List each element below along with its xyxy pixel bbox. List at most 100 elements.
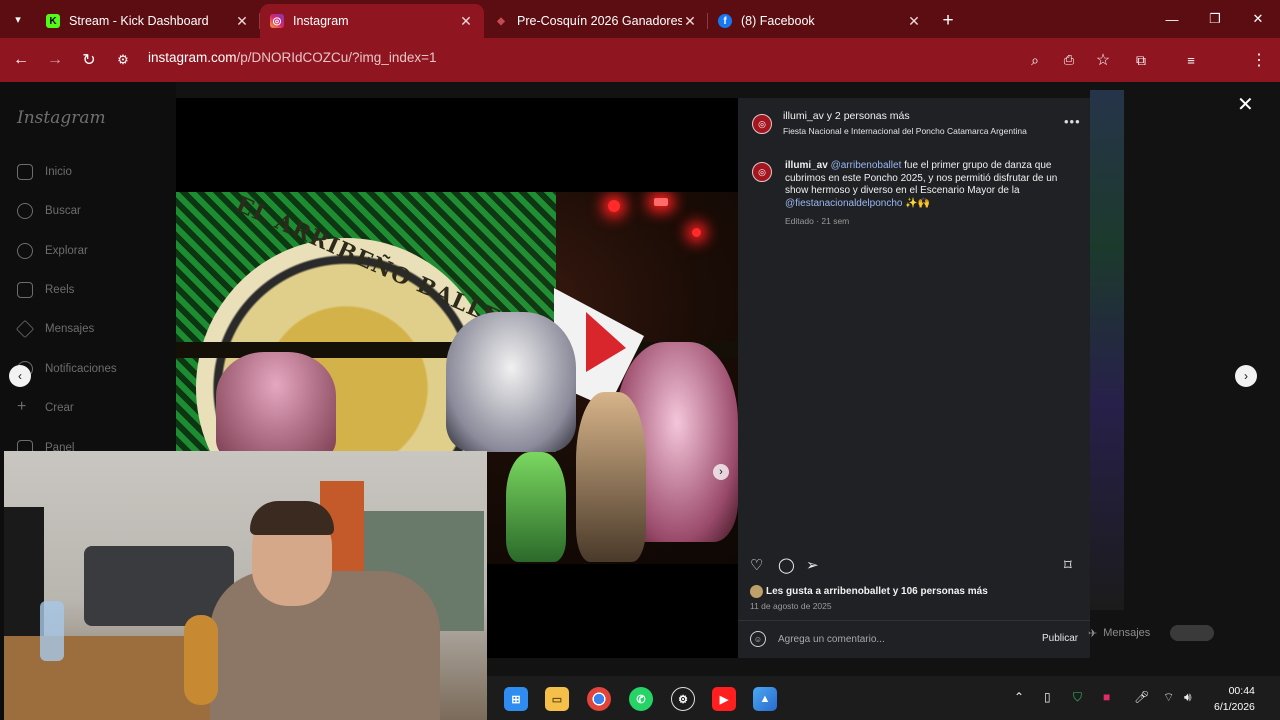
app-icon[interactable]: ⚙ [671, 687, 695, 711]
youtube-icon[interactable]: ▶ [712, 687, 736, 711]
nav-search[interactable]: Buscar [17, 203, 81, 219]
messenger-icon: ✈ [1088, 627, 1098, 640]
photos-icon[interactable]: ▲ [753, 687, 777, 711]
likes-summary[interactable]: Les gusta a arribenoballet y 106 persona… [766, 586, 988, 597]
caption-mention[interactable]: @arribenoballet [831, 160, 902, 171]
whatsapp-icon[interactable]: ✆ [629, 687, 653, 711]
show-hidden-icons[interactable]: ⌃ [1014, 690, 1024, 704]
close-tab-icon[interactable]: ✕ [458, 13, 474, 30]
forward-button[interactable]: → [38, 43, 72, 77]
post-location[interactable]: Fiesta Nacional e Internacional del Ponc… [783, 126, 1027, 136]
microphone [184, 615, 218, 705]
dancer [576, 392, 646, 562]
search-icon [17, 203, 33, 219]
more-options-icon[interactable]: ••• [1064, 114, 1081, 129]
usb-icon[interactable]: ▯ [1044, 690, 1051, 704]
messages-bubble[interactable]: ✈ Mensajes [1088, 622, 1234, 644]
browser-toolbar: ← → ↻ ⚙ instagram.com/p/DNORIdCOZCu/?img… [0, 38, 1280, 82]
security-shield-icon[interactable]: ⛉ [1073, 690, 1082, 705]
author-avatar[interactable]: ◎ [752, 114, 772, 134]
file-explorer-icon[interactable]: ▭ [545, 687, 569, 711]
caption-avatar[interactable]: ◎ [752, 162, 772, 182]
reels-icon [17, 282, 33, 298]
volume-icon[interactable]: 🔊︎ [1184, 690, 1192, 705]
tab-search-button[interactable]: ▾ [0, 0, 36, 38]
kick-icon: K [46, 14, 60, 28]
new-tab-button[interactable]: + [932, 4, 964, 38]
extensions-icon[interactable]: ⧉ [1124, 43, 1158, 77]
compass-icon [17, 243, 33, 259]
tab-instagram[interactable]: ◎ Instagram ✕ [260, 4, 484, 38]
post-date: 11 de agosto de 2025 [750, 601, 832, 611]
liker-avatar[interactable] [750, 585, 763, 598]
close-tab-icon[interactable]: ✕ [234, 13, 250, 30]
instagram-icon: ◎ [270, 14, 284, 28]
nav-messages[interactable]: Mensajes [15, 319, 94, 339]
reload-button[interactable]: ↻ [72, 43, 106, 77]
tab-precosquin[interactable]: ◆ Pre-Cosquín 2026 Ganadores d ✕ [484, 4, 708, 38]
share-icon[interactable]: ➢ [806, 556, 819, 574]
tab-label: Stream - Kick Dashboard [69, 14, 209, 28]
dancer [446, 312, 576, 452]
site-info-icon[interactable]: ⚙ [106, 43, 140, 77]
previous-post-button[interactable]: ‹ [9, 365, 31, 387]
tab-strip: ▾ K Stream - Kick Dashboard ✕ ◎ Instagra… [0, 0, 1280, 38]
address-bar[interactable]: instagram.com/p/DNORIdCOZCu/?img_index=1 [148, 50, 437, 65]
zoom-icon[interactable]: ⌕ [1018, 43, 1052, 77]
plus-icon: + [17, 398, 27, 415]
save-bookmark-icon[interactable]: ⌑ [1064, 556, 1072, 574]
comment-input[interactable] [778, 631, 1038, 647]
install-app-icon[interactable]: ⎙ [1052, 43, 1086, 77]
url-host: instagram.com [148, 50, 237, 65]
bookmark-star-icon[interactable]: ☆ [1086, 43, 1120, 77]
comment-icon[interactable]: ◯ [778, 556, 795, 574]
next-post-button[interactable]: › [1235, 365, 1257, 387]
tab-label: Instagram [293, 14, 349, 28]
clock-time: 00:44 [1228, 685, 1255, 697]
nav-create[interactable]: + Crear [17, 398, 74, 416]
caption-emoji: ✨🙌 [905, 197, 931, 209]
close-tab-icon[interactable]: ✕ [906, 13, 922, 30]
like-icon[interactable]: ♡ [750, 556, 763, 574]
dancer [216, 352, 336, 462]
chrome-icon[interactable] [587, 687, 611, 711]
nav-explore[interactable]: Explorar [17, 243, 88, 259]
close-tab-icon[interactable]: ✕ [682, 13, 698, 30]
media-controls-icon[interactable]: ≡ [1174, 43, 1208, 77]
emoji-icon[interactable]: ☺ [750, 631, 766, 647]
messenger-icon [15, 319, 35, 339]
wifi-icon[interactable]: ⌔ [1163, 690, 1174, 705]
post-caption: illumi_av @arribenoballet fue el primer … [785, 160, 1065, 210]
facebook-icon: f [718, 14, 732, 28]
caption-hashtag-mention[interactable]: @fiestanacionaldelponcho [785, 198, 902, 209]
system-clock[interactable]: 00:44 6/1/2026 [1214, 683, 1255, 715]
edited-timestamp: Editado · 21 sem [785, 216, 850, 226]
start-windows-icon[interactable]: ⊞ [504, 687, 528, 711]
post-authors[interactable]: illumi_av y 2 personas más [783, 110, 910, 122]
minimize-button[interactable]: — [1150, 0, 1194, 38]
menu-icon[interactable]: ⋮ [1242, 43, 1276, 77]
caption-username[interactable]: illumi_av [785, 160, 828, 171]
microphone-icon[interactable]: 🎤︎ [1134, 690, 1149, 704]
nav-notifications[interactable]: Notificaciones [17, 361, 117, 377]
person [210, 571, 440, 720]
back-button[interactable]: ← [4, 43, 38, 77]
web-icon: ◆ [497, 15, 505, 27]
nav-reels[interactable]: Reels [17, 282, 74, 298]
avatar-stack [1170, 625, 1215, 641]
home-icon [17, 164, 33, 180]
app-tray-icon[interactable]: ■ [1103, 690, 1110, 704]
webcam-overlay [4, 451, 487, 720]
tab-kick[interactable]: K Stream - Kick Dashboard ✕ [36, 4, 260, 38]
dancer [506, 452, 566, 562]
close-modal-icon[interactable]: ✕ [1237, 92, 1254, 117]
profile-avatar[interactable] [1208, 43, 1242, 77]
tab-facebook[interactable]: f (8) Facebook ✕ [708, 4, 932, 38]
instagram-logo[interactable]: Instagram [17, 108, 106, 128]
carousel-next-button[interactable]: › [713, 464, 729, 480]
publish-button[interactable]: Publicar [1042, 633, 1078, 644]
nav-home[interactable]: Inicio [17, 164, 72, 180]
close-window-button[interactable]: ✕ [1236, 0, 1280, 38]
restore-button[interactable]: ❐ [1193, 0, 1237, 38]
post-panel: ◎ illumi_av y 2 personas más Fiesta Naci… [738, 98, 1090, 658]
